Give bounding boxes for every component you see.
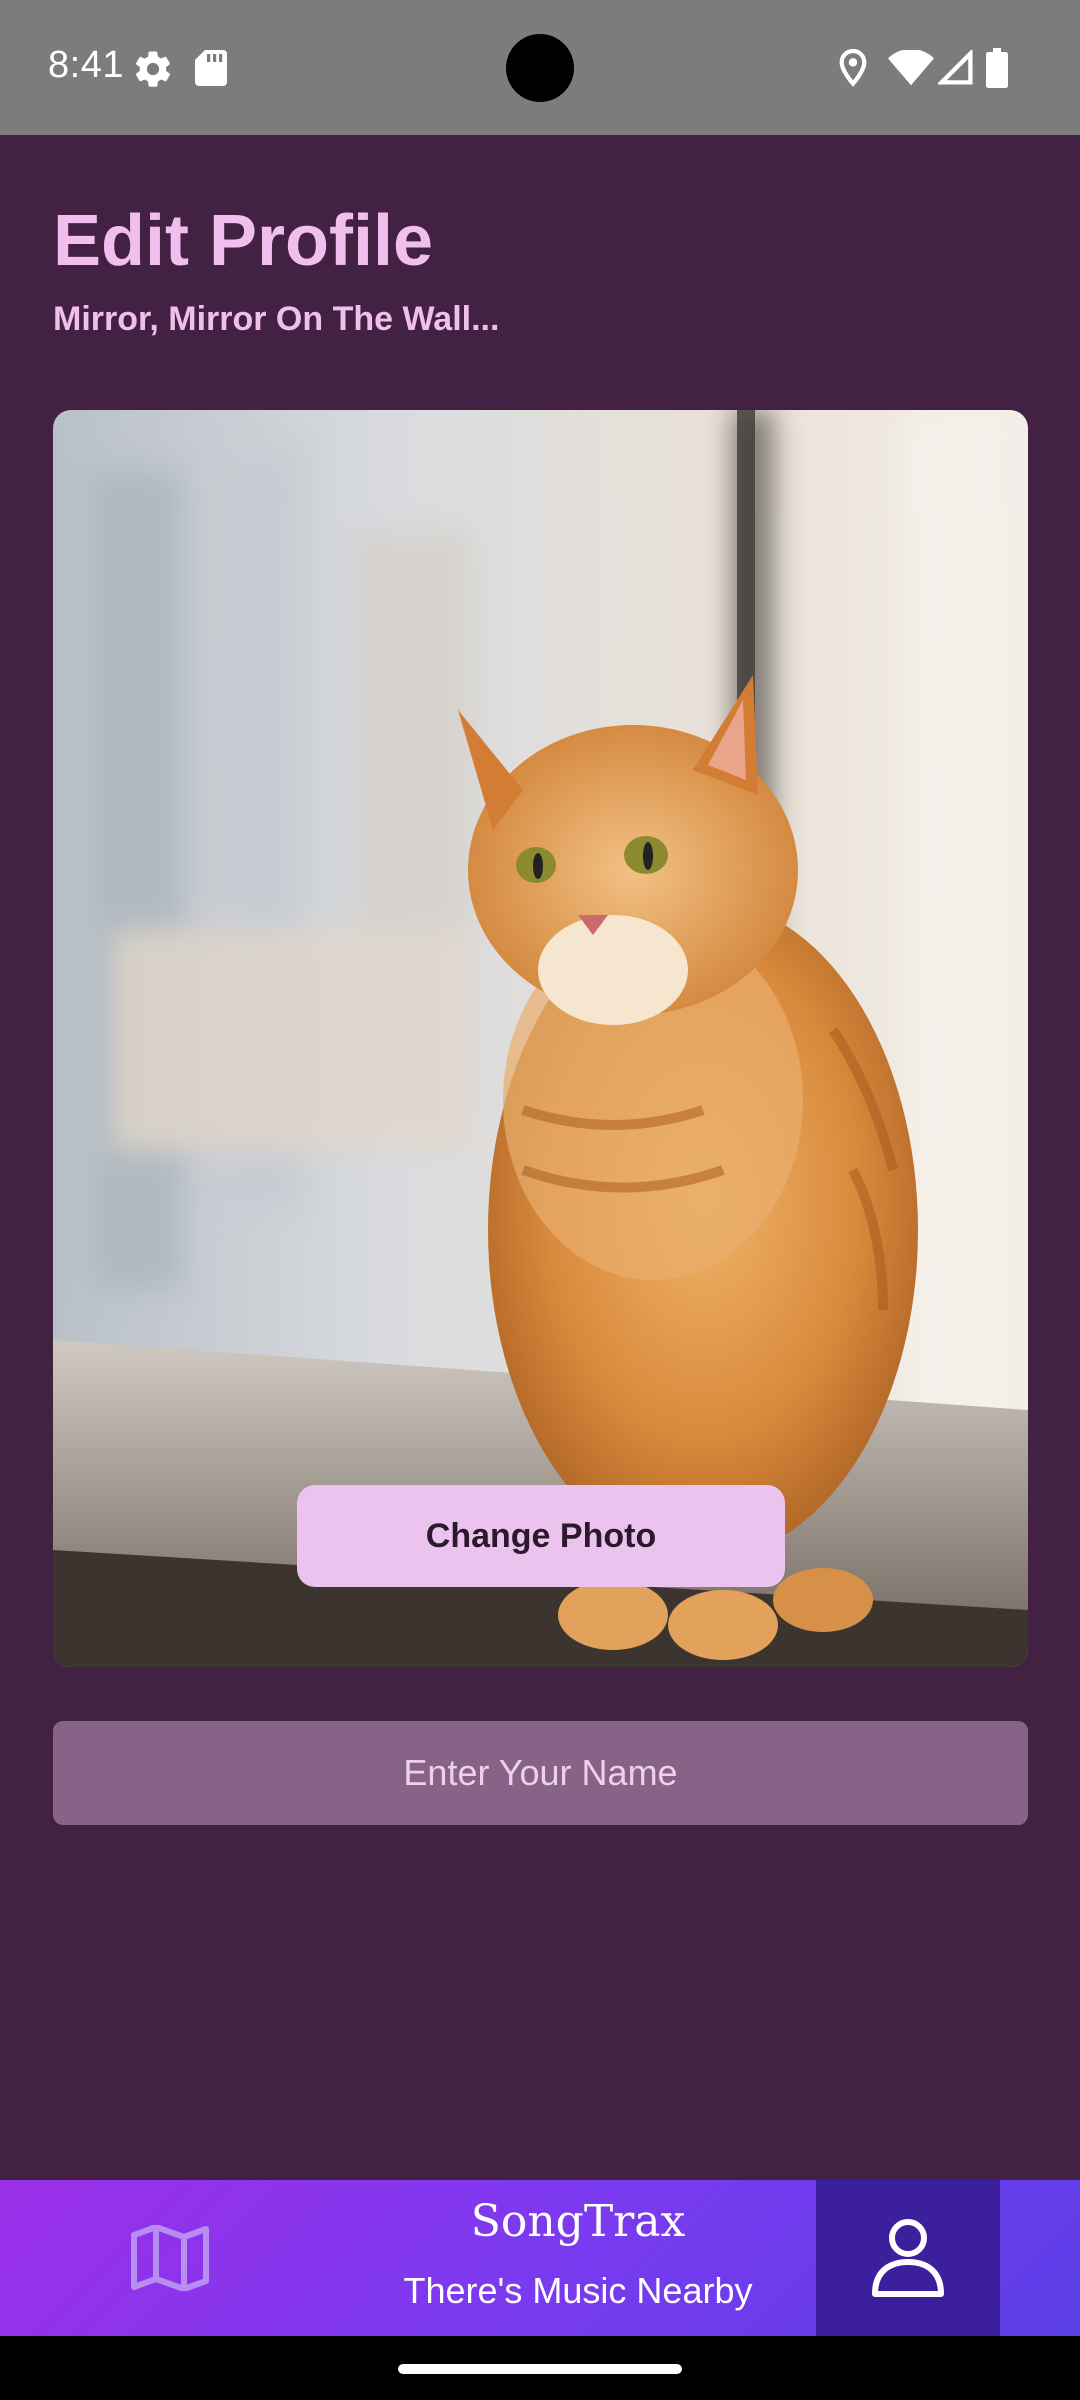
wifi-icon [888,50,934,86]
battery-icon [986,48,1008,88]
edit-profile-screen: 8:41 Edit Profile Mirror, Mirror On The [0,0,1080,2400]
brand: SongTrax There's Music Nearby [340,2180,816,2336]
change-photo-button[interactable]: Change Photo [297,1485,785,1587]
location-icon [839,48,867,87]
signal-icon [938,50,973,85]
sd-card-icon [195,50,227,86]
profile-photo [53,410,1028,1667]
gear-icon [135,51,171,87]
gesture-bar [0,2336,1080,2400]
nav-profile-button[interactable] [816,2180,1000,2336]
map-icon [131,2225,209,2291]
nav-map-button[interactable] [0,2180,340,2336]
camera-cutout [506,34,574,102]
brand-name: SongTrax [470,2196,686,2247]
home-indicator[interactable] [398,2364,682,2374]
status-time: 8:41 [48,44,124,86]
name-input[interactable] [53,1721,1028,1825]
page-subtitle: Mirror, Mirror On The Wall... [53,300,500,338]
status-bar: 8:41 [0,0,1080,135]
bottom-nav: SongTrax There's Music Nearby [0,2180,1080,2336]
page-title: Edit Profile [53,201,434,281]
cat-photo-image [53,410,1028,1667]
profile-icon [872,2219,944,2297]
brand-tagline: There's Music Nearby [403,2270,753,2311]
